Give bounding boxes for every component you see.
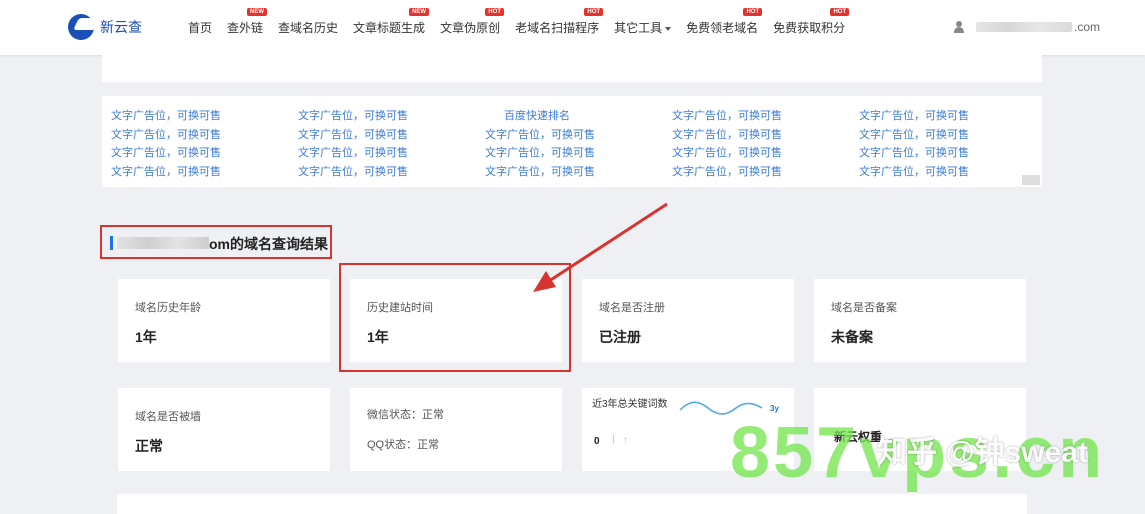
next-section-card [117, 494, 1027, 514]
ad-link[interactable]: 文字广告位，可换可售 [485, 126, 595, 145]
card-social-status: 微信状态：正常 QQ状态：正常 [350, 388, 562, 471]
ad-link[interactable]: 文字广告位，可换可售 [111, 144, 221, 163]
ad-link[interactable]: 文字广告位，可换可售 [111, 107, 221, 126]
chevron-down-icon [665, 26, 672, 31]
username-suffix: .com [1074, 20, 1101, 34]
keyword-count: 0 [594, 436, 600, 447]
nav-free-points[interactable]: 免费获取积分 HOT [773, 8, 850, 36]
nav-backlinks[interactable]: 查外链 NEW [227, 8, 268, 36]
result-title-box: om的域名查询结果 [100, 225, 332, 259]
highlight-box [339, 263, 571, 372]
card-label: 域名是否注册 [599, 302, 665, 314]
blurred-domain [117, 237, 209, 249]
card-registered: 域名是否注册 已注册 [582, 279, 794, 362]
hot-badge: HOT [584, 8, 604, 16]
user-menu[interactable]: .com [954, 20, 1100, 34]
zhihu-watermark: 知乎 @钟sweat [877, 436, 1088, 469]
card-value: 正常 [135, 438, 163, 454]
separator: | [612, 434, 615, 445]
main-nav: 首页 查外链 NEW 查域名历史 文章标题生成 NEW 文章伪原创 HOT 老域名扫描… [188, 0, 860, 55]
ad-column: 文字广告位，可换可售 文字广告位，可换可售 文字广告位，可换可售 文字广告位，可… [298, 107, 408, 181]
hot-badge: HOT [743, 8, 763, 16]
wechat-status: 微信状态：正常 [367, 409, 444, 421]
ad-link[interactable]: 文字广告位，可换可售 [672, 144, 782, 163]
title-accent-bar [110, 236, 113, 250]
new-badge: NEW [247, 8, 268, 16]
ad-link[interactable]: 文字广告位，可换可售 [298, 107, 408, 126]
ad-link[interactable]: 文字广告位，可换可售 [672, 163, 782, 182]
ad-link[interactable]: 文字广告位，可换可售 [298, 126, 408, 145]
new-badge: NEW [409, 8, 430, 16]
qq-status: QQ状态：正常 [367, 439, 440, 451]
ad-link[interactable]: 文字广告位，可换可售 [485, 144, 595, 163]
logo-icon [68, 14, 94, 40]
ad-link[interactable]: 文字广告位，可换可售 [298, 144, 408, 163]
nav-title-generator[interactable]: 文章标题生成 NEW [353, 8, 430, 36]
ad-link[interactable]: 文字广告位，可换可售 [298, 163, 408, 182]
nav-other-tools[interactable]: 其它工具 [614, 19, 672, 36]
trend-up-icon: ↑ [623, 435, 628, 446]
card-label: 域名历史年龄 [135, 302, 201, 314]
search-card [102, 55, 1042, 82]
ad-link[interactable]: 文字广告位，可换可售 [859, 107, 969, 126]
nav-article-rewrite[interactable]: 文章伪原创 HOT [440, 8, 505, 36]
hot-badge: HOT [830, 8, 850, 16]
user-icon [954, 21, 964, 33]
logo-text: 新云查 [100, 19, 142, 35]
ad-link[interactable]: 文字广告位，可换可售 [672, 126, 782, 145]
nav-domain-history[interactable]: 查域名历史 [278, 19, 338, 36]
ad-link[interactable]: 文字广告位，可换可售 [859, 126, 969, 145]
ad-link[interactable]: 百度快速排名 [485, 107, 595, 126]
ad-column: 文字广告位，可换可售 文字广告位，可换可售 文字广告位，可换可售 文字广告位，可… [111, 107, 221, 181]
ad-link[interactable]: 文字广告位，可换可售 [859, 163, 969, 182]
ad-column: 百度快速排名 文字广告位，可换可售 文字广告位，可换可售 文字广告位，可换可售 [485, 107, 595, 181]
hot-badge: HOT [485, 8, 505, 16]
card-icp: 域名是否备案 未备案 [814, 279, 1026, 362]
ad-link[interactable]: 文字广告位，可换可售 [859, 144, 969, 163]
card-label: 近3年总关键词数 [592, 399, 668, 410]
site-logo[interactable]: 新云查 [68, 12, 142, 42]
ad-column: 文字广告位，可换可售 文字广告位，可换可售 文字广告位，可换可售 文字广告位，可… [859, 107, 969, 181]
nav-home[interactable]: 首页 [188, 19, 212, 36]
nav-old-domain-scanner[interactable]: 老域名扫描程序 HOT [515, 8, 604, 36]
ad-link[interactable]: 文字广告位，可换可售 [111, 126, 221, 145]
ad-link[interactable]: 文字广告位，可换可售 [672, 107, 782, 126]
ad-link[interactable]: 文字广告位，可换可售 [485, 163, 595, 182]
top-navbar: 新云查 首页 查外链 NEW 查域名历史 文章标题生成 NEW 文章伪原创 HOT 老… [0, 0, 1145, 55]
card-history-age: 域名历史年龄 1年 [118, 279, 330, 362]
ad-link[interactable]: 文字广告位，可换可售 [111, 163, 221, 182]
nav-free-old-domain[interactable]: 免费领老域名 HOT [686, 8, 763, 36]
card-value: 已注册 [599, 329, 641, 345]
blurred-username [976, 22, 1072, 32]
result-title: om的域名查询结果 [209, 236, 328, 252]
ad-panel: 文字广告位，可换可售 文字广告位，可换可售 文字广告位，可换可售 文字广告位，可… [102, 96, 1042, 187]
ad-column: 文字广告位，可换可售 文字广告位，可换可售 文字广告位，可换可售 文字广告位，可… [672, 107, 782, 181]
card-label: 域名是否被墙 [135, 411, 201, 423]
card-value: 未备案 [831, 329, 873, 345]
ad-close-icon[interactable] [1022, 175, 1040, 185]
card-blocked: 域名是否被墙 正常 [118, 388, 330, 471]
card-label: 域名是否备案 [831, 302, 897, 314]
card-value: 1年 [135, 329, 157, 345]
